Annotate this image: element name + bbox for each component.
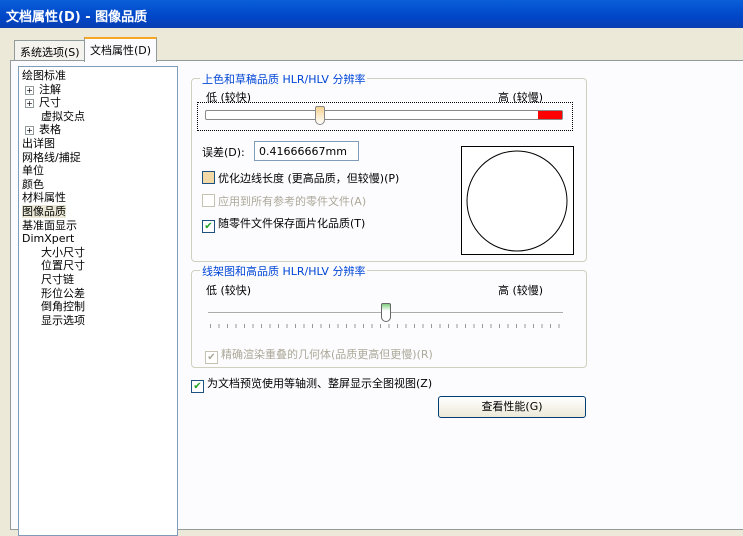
tree-item[interactable]: 材料属性 [22,191,66,205]
tree-item[interactable]: 网格线/捕捉 [22,151,81,165]
red-zone [538,111,562,119]
tree-item[interactable]: 图像品质 [22,205,66,219]
tree-item-label: 尺寸链 [41,273,74,286]
tree-item[interactable]: 大小尺寸 [41,246,85,260]
tree-item[interactable]: DimXpert [22,232,74,246]
tree-item-label: 尺寸 [39,96,61,110]
deviation-input[interactable]: 0.41666667mm [254,141,359,161]
tree-item-label: 显示选项 [41,313,85,327]
optimize-edge-checkbox[interactable]: 优化边线长度 (更高品质，但较慢)(P) [202,170,399,186]
tree-item-label: 图像品质 [22,205,66,218]
checkbox-box [202,194,215,207]
tree-item[interactable]: + 尺寸 [25,96,61,110]
expand-icon[interactable]: + [25,85,34,95]
checkbox-label: 随零件文件保存面片化品质(T) [218,217,366,230]
tree-item-label: 虚拟交点 [41,109,85,123]
tree-item-label: 倒角控制 [41,300,85,314]
tree-item-label: 大小尺寸 [41,245,85,259]
checkbox-label: 优化边线长度 (更高品质，但较慢)(P) [218,172,400,185]
deviation-label: 误差(D): [202,146,245,159]
tab-document-properties[interactable]: 文档属性(D) [84,37,158,62]
tree-item-label: 位置尺寸 [41,259,85,273]
group-title: 线架图和高品质 HLR/HLV 分辨率 [200,263,368,279]
tree-item-label: 材料属性 [22,191,66,205]
tree-item-label: 网格线/捕捉 [22,150,81,164]
tree-item-label: 注解 [39,82,61,96]
shaded-slider-thumb[interactable] [314,106,325,125]
expand-icon[interactable]: + [25,99,34,109]
tab-system-options[interactable]: 系统选项(S) [14,40,86,60]
wireframe-slider-thumb[interactable] [380,303,391,322]
tree-item-label: 颜色 [22,177,44,191]
expand-icon[interactable]: + [25,126,34,136]
save-tessellation-checkbox[interactable]: ✔ 随零件文件保存面片化品质(T) [202,215,365,233]
preview-box [461,146,574,255]
tree-item[interactable]: 虚拟交点 [41,110,85,124]
tree-item[interactable]: 单位 [22,164,44,178]
precise-render-checkbox[interactable]: ✔ 精确渲染重叠的几何体(品质更高但更慢)(R) [205,346,433,364]
checkbox-box [202,171,215,184]
tree-item[interactable]: 出详图 [22,137,55,151]
tree-item[interactable]: 显示选项 [41,314,85,328]
tree-item[interactable]: 尺寸链 [41,273,74,287]
preview-isometric-checkbox[interactable]: ✔ 为文档预览使用等轴测、整屏显示全图视图(Z) [191,375,432,393]
tree-item[interactable]: 绘图标准 [22,69,66,83]
check-icon: ✔ [202,220,215,233]
shaded-slider-track[interactable] [205,110,563,120]
checkbox-label: 精确渲染重叠的几何体(品质更高但更慢)(R) [221,348,433,361]
checkbox-label: 为文档预览使用等轴测、整屏显示全图视图(Z) [207,377,433,390]
group-title: 上色和草稿品质 HLR/HLV 分辨率 [200,71,368,87]
circle-preview-icon [466,150,568,252]
tree-panel[interactable]: 绘图标准 + 注解 + 尺寸 虚拟交点 + 表格 出详图 网格线/捕捉 单位 颜色 材料属性 图像品质 基准… [18,66,178,536]
tree-item[interactable]: + 注解 [25,83,61,97]
view-performance-button[interactable]: 查看性能(G) [438,396,586,418]
check-icon: ✔ [205,351,218,364]
slider-ticks [210,324,562,328]
high-label: 高 (较慢) [498,284,544,297]
apply-to-refs-checkbox[interactable]: 应用到所有参考的零件文件(A) [202,193,366,209]
tree-item[interactable]: 倒角控制 [41,300,85,314]
checkbox-label: 应用到所有参考的零件文件(A) [218,195,367,208]
title-bar: 文档属性(D) - 图像品质 [0,0,743,28]
tree-item[interactable]: 颜色 [22,178,44,192]
low-label: 低 (较快) [206,284,252,297]
tree-item[interactable]: 基准面显示 [22,219,77,233]
tree-item-label: DimXpert [22,232,75,246]
tree-item[interactable]: 形位公差 [41,287,85,301]
check-icon: ✔ [191,380,204,393]
tree-item-label: 形位公差 [41,286,85,300]
tree-item[interactable]: + 表格 [25,123,61,137]
tree-item-label: 基准面显示 [22,218,77,232]
tree-item-label: 绘图标准 [22,69,66,82]
tree-item-label: 出详图 [22,137,55,150]
tree-item-label: 表格 [39,123,61,137]
tree-item[interactable]: 位置尺寸 [41,259,85,273]
tree-item-label: 单位 [22,164,44,178]
